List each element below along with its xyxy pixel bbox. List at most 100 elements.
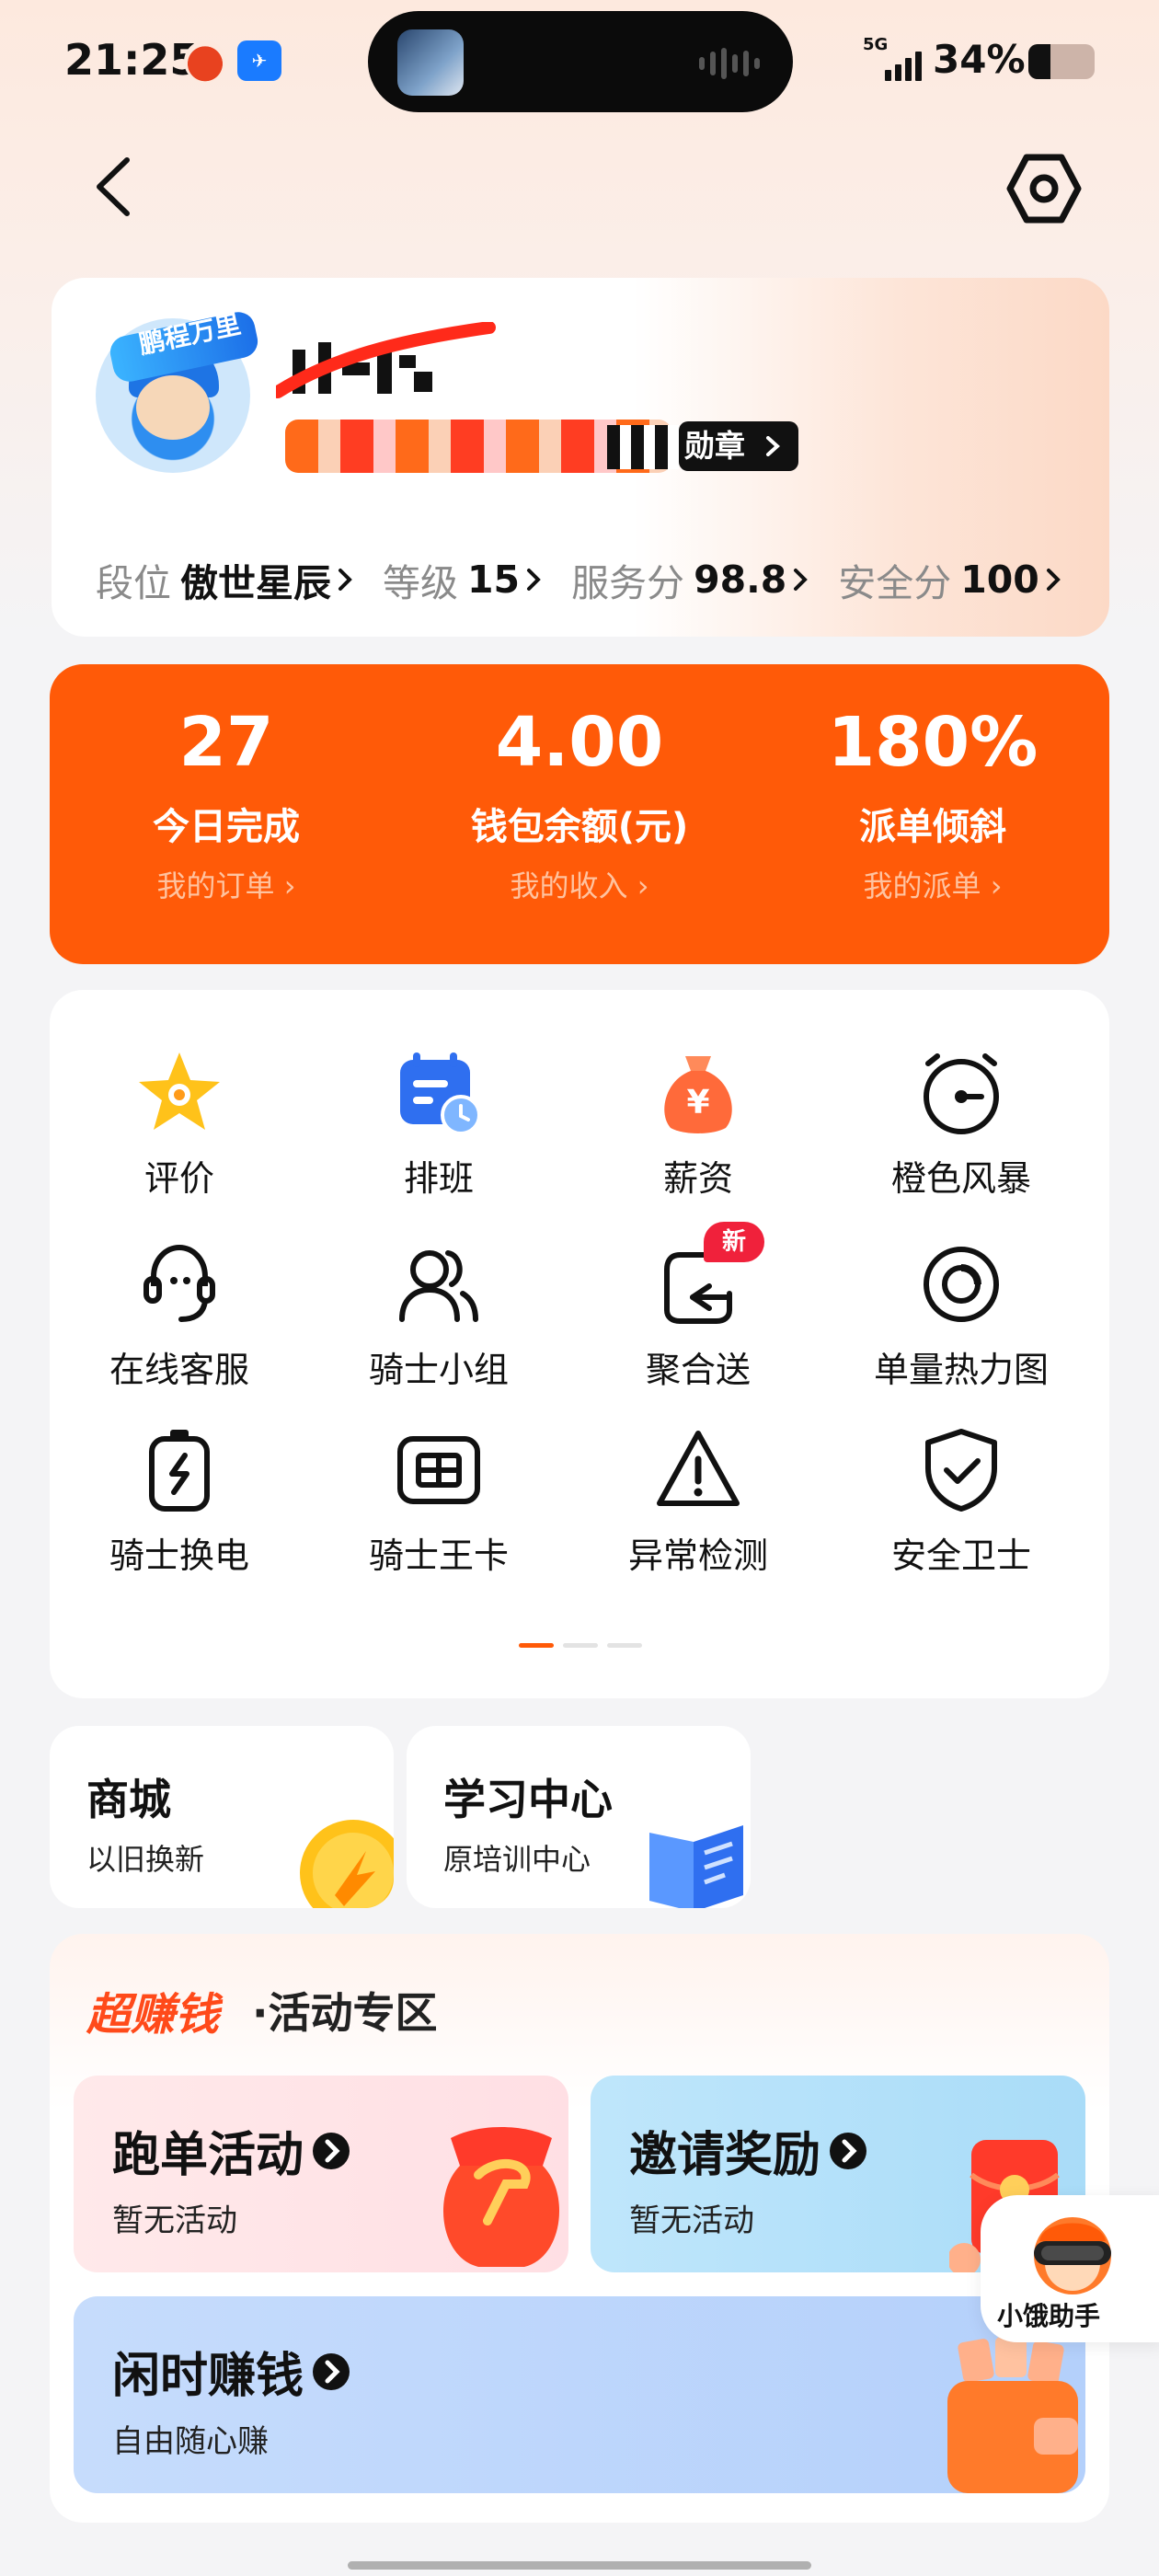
card-subtitle: 自由随心赚 xyxy=(112,2423,269,2460)
grid-item-rating[interactable]: 评价 xyxy=(50,1047,309,1201)
grid-item-label: 在线客服 xyxy=(109,1350,249,1390)
card-title: 邀请奖励 xyxy=(629,2128,821,2183)
arrow-circle-icon xyxy=(313,2352,350,2390)
activity-title-highlight: 超赚钱 xyxy=(86,1989,220,2041)
tile-title: 学习中心 xyxy=(443,1775,613,1824)
summary-today-completed[interactable]: 27 今日完成 我的订单 › xyxy=(50,664,403,905)
redacted-info xyxy=(607,425,679,469)
battery-icon xyxy=(1028,44,1095,79)
summary-value: 180% xyxy=(827,703,1039,782)
grid-item-label: 聚合送 xyxy=(645,1350,751,1390)
summary-wallet-balance[interactable]: 4.00 钱包余额(元) 我的收入 › xyxy=(403,664,756,905)
stat-service-score[interactable]: 服务分 98.8 xyxy=(571,552,809,607)
card-subtitle: 暂无活动 xyxy=(112,2202,237,2239)
grid-item-online-support[interactable]: 在线客服 xyxy=(50,1238,309,1392)
chevron-right-icon xyxy=(766,436,780,456)
grid-item-label: 评价 xyxy=(143,1158,214,1199)
stat-rank[interactable]: 段位 傲世星辰 xyxy=(96,552,353,607)
battery-percent: 34% xyxy=(933,37,1026,82)
summary-link[interactable]: 我的订单 › xyxy=(50,863,403,905)
chevron-right-icon xyxy=(1046,569,1061,591)
redacted-username xyxy=(276,322,496,398)
assistant-avatar-icon xyxy=(1034,2217,1111,2294)
grid-item-label: 橙色风暴 xyxy=(890,1158,1031,1199)
grid-item-rider-card[interactable]: 骑士王卡 xyxy=(309,1424,568,1578)
red-envelope-pouch-icon xyxy=(442,2127,560,2267)
signal-icon xyxy=(885,50,922,81)
chevron-right-icon xyxy=(794,569,809,591)
audio-wave-icon xyxy=(699,48,763,79)
stat-level[interactable]: 等级 15 xyxy=(383,552,542,607)
headset-icon xyxy=(143,1244,215,1322)
new-badge: 新 xyxy=(704,1222,764,1262)
group-icon xyxy=(399,1250,478,1322)
gold-coin-icon xyxy=(300,1820,394,1908)
activity-title: ·活动专区 xyxy=(252,1988,438,2038)
money-bag-icon: ¥ xyxy=(664,1056,732,1133)
shop-tile[interactable]: 商城 以旧换新 xyxy=(50,1726,394,1908)
warning-icon xyxy=(657,1431,740,1506)
run-order-activity-card[interactable]: 跑单活动 暂无活动 xyxy=(74,2076,568,2272)
stat-value: 100 xyxy=(960,558,1039,602)
stat-label: 等级 xyxy=(383,561,458,605)
stat-label: 安全分 xyxy=(838,561,952,605)
stopwatch-icon xyxy=(924,1053,999,1134)
tile-subtitle: 原培训中心 xyxy=(443,1842,591,1877)
grid-item-salary[interactable]: ¥ 薪资 xyxy=(568,1047,828,1201)
grid-item-orange-storm[interactable]: 橙色风暴 xyxy=(828,1047,1095,1201)
status-time: 21:25 xyxy=(64,35,200,85)
stat-label: 服务分 xyxy=(571,561,685,605)
grid-item-safety-guard[interactable]: 安全卫士 xyxy=(828,1424,1095,1578)
idle-earning-card[interactable]: 闲时赚钱 自由随心赚 xyxy=(74,2296,1085,2493)
book-icon xyxy=(649,1825,743,1908)
media-thumbnail xyxy=(397,29,464,96)
grid-item-label: 安全卫士 xyxy=(890,1535,1031,1576)
grid-item-label: 单量热力图 xyxy=(873,1350,1049,1390)
summary-label: 今日完成 xyxy=(153,806,300,848)
stat-value: 98.8 xyxy=(694,558,787,602)
tile-title: 商城 xyxy=(86,1775,171,1824)
grid-item-rider-group[interactable]: 骑士小组 xyxy=(309,1238,568,1392)
summary-card: 27 今日完成 我的订单 › 4.00 钱包余额(元) 我的收入 › 180% … xyxy=(50,664,1109,964)
assistant-label: 小饿助手 xyxy=(997,2301,1101,2331)
avatar-face xyxy=(136,375,210,440)
summary-value: 4.00 xyxy=(495,703,664,782)
settings-gear-icon[interactable] xyxy=(1006,153,1082,224)
grid-item-label: 薪资 xyxy=(662,1158,733,1199)
grid-item-label: 骑士换电 xyxy=(109,1535,249,1576)
grid-item-order-heatmap[interactable]: 单量热力图 xyxy=(828,1238,1095,1392)
stat-value: 15 xyxy=(467,558,521,602)
summary-value: 27 xyxy=(178,703,274,782)
grid-item-aggregate-delivery[interactable]: 新 聚合送 xyxy=(568,1222,828,1392)
learning-center-tile[interactable]: 学习中心 原培训中心 xyxy=(407,1726,751,1908)
page-indicator xyxy=(519,1643,642,1648)
stat-safety-score[interactable]: 安全分 100 xyxy=(838,552,1061,607)
grid-item-schedule[interactable]: 排班 xyxy=(309,1047,568,1201)
svg-text:¥: ¥ xyxy=(686,1084,709,1121)
card-title: 闲时赚钱 xyxy=(112,2349,304,2404)
battery-swap-icon xyxy=(149,1430,210,1512)
app-notification-icon xyxy=(184,40,226,83)
back-arrow-icon[interactable] xyxy=(92,156,132,217)
calendar-clock-icon xyxy=(400,1052,481,1135)
profile-stats: 段位 傲世星辰 等级 15 服务分 98.8 安全分 100 xyxy=(96,552,1061,607)
summary-label: 钱包余额(元) xyxy=(470,806,689,848)
chevron-right-icon xyxy=(527,569,541,591)
summary-link[interactable]: 我的收入 › xyxy=(403,863,756,905)
medal-label: 勋章 xyxy=(684,428,745,464)
stat-value: 傲世星辰 xyxy=(180,561,331,605)
grid-item-anomaly-detection[interactable]: 异常检测 xyxy=(568,1424,828,1578)
target-icon xyxy=(924,1247,999,1322)
grid-item-battery-swap[interactable]: 骑士换电 xyxy=(50,1424,309,1578)
summary-dispatch-bias[interactable]: 180% 派单倾斜 我的派单 › xyxy=(756,664,1109,905)
shield-check-icon xyxy=(925,1429,997,1512)
summary-link[interactable]: 我的派单 › xyxy=(756,863,1109,905)
home-indicator[interactable] xyxy=(348,2561,811,2570)
medal-button[interactable]: 勋章 xyxy=(679,421,798,471)
app-notification-icon: ✈ xyxy=(237,40,281,81)
summary-label: 派单倾斜 xyxy=(859,806,1006,848)
stat-label: 段位 xyxy=(96,561,171,605)
assistant-float-button[interactable]: 小饿助手 xyxy=(981,2195,1159,2342)
tile-subtitle: 以旧换新 xyxy=(86,1842,205,1877)
arrow-circle-icon xyxy=(830,2132,867,2169)
